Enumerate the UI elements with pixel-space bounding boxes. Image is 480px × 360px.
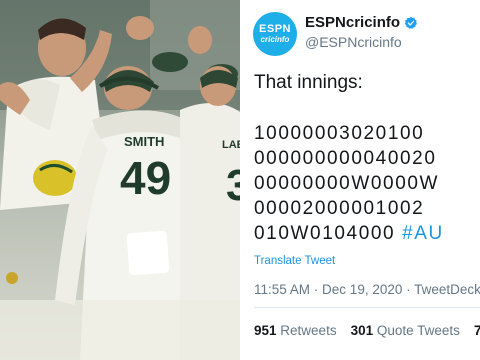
innings-row-4: 00002000001002: [254, 198, 425, 219]
innings-row-5: 010W0104000 #AU: [254, 223, 444, 244]
verified-badge-icon: [404, 16, 418, 29]
likes-stat[interactable]: 7: [474, 323, 480, 338]
quote-tweets-stat[interactable]: 301 Quote Tweets: [351, 323, 460, 338]
hashtag-link[interactable]: #AU: [402, 223, 444, 244]
cricket-players-illustration: SMITH 49 LAB 3: [0, 0, 240, 360]
display-name-row[interactable]: ESPNcricinfo: [305, 14, 418, 31]
display-name[interactable]: ESPNcricinfo: [305, 14, 400, 31]
tweet-date[interactable]: Dec 19, 2020: [322, 282, 402, 297]
avatar-text-line1: ESPN: [259, 23, 291, 35]
tweet-body: That innings: 10000003020100 00000000004…: [254, 70, 480, 246]
jersey-name: SMITH: [124, 134, 164, 149]
user-handle[interactable]: @ESPNcricinfo: [305, 34, 402, 50]
divider: [254, 307, 480, 308]
retweets-stat[interactable]: 951 Retweets: [254, 323, 337, 338]
tweet-time[interactable]: 11:55 AM: [254, 282, 310, 297]
team-badge-icon: [6, 272, 18, 284]
innings-row-2: 000000000040020: [254, 148, 437, 169]
tweet-intro: That innings:: [254, 72, 363, 93]
avatar[interactable]: ESPN cricinfo: [253, 12, 297, 56]
translate-tweet-link[interactable]: Translate Tweet: [254, 255, 335, 267]
tweet-card: ESPN cricinfo ESPNcricinfo @ESPNcricinfo…: [240, 0, 480, 360]
tweet-meta: 11:55 AM · Dec 19, 2020 · TweetDeck: [254, 282, 480, 297]
cricket-photo[interactable]: SMITH 49 LAB 3: [0, 0, 240, 360]
innings-row-3: 00000000W0000W: [254, 173, 440, 194]
jersey-name-right: LAB: [222, 139, 240, 151]
tweet-stats: 951 Retweets 301 Quote Tweets 7: [254, 323, 480, 338]
avatar-text-line2: cricinfo: [260, 35, 290, 44]
jersey-number-right: 3: [226, 161, 240, 210]
innings-row-1: 10000003020100: [254, 123, 425, 144]
tweet-client: TweetDeck: [414, 282, 480, 297]
jersey-number: 49: [120, 152, 171, 204]
